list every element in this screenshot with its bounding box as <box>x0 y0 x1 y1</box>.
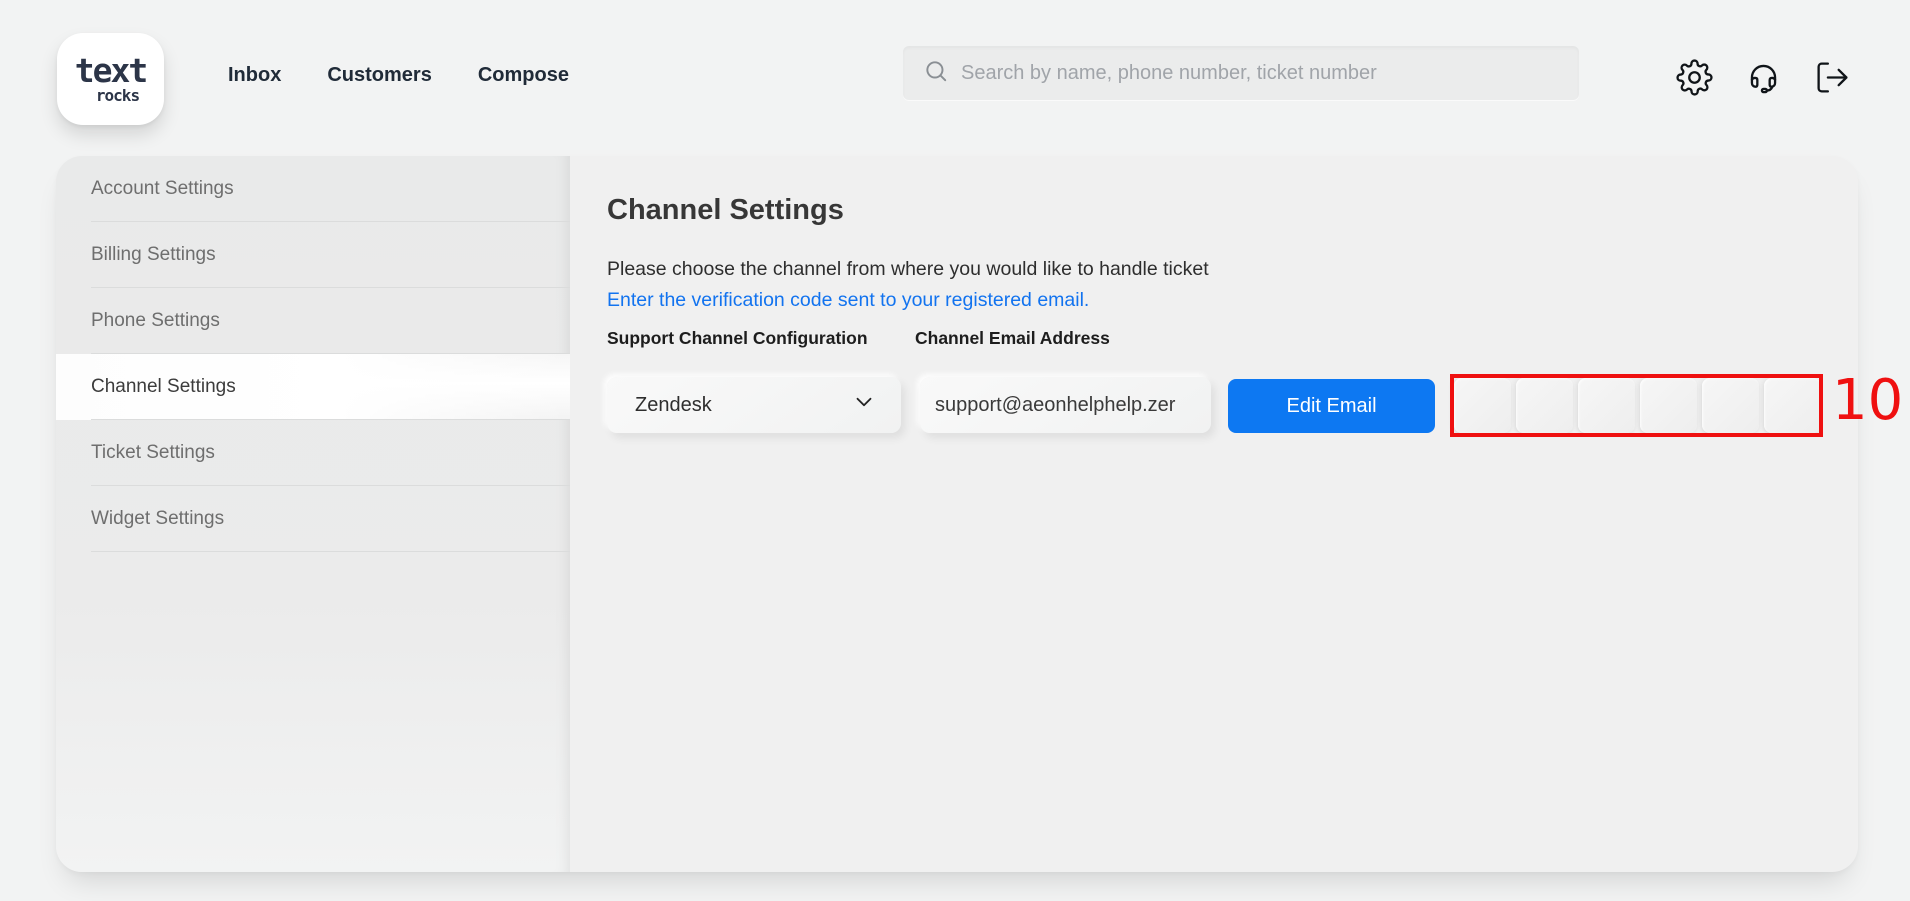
sidebar-item-label: Account Settings <box>91 178 234 200</box>
verification-code-inputs <box>1454 378 1821 433</box>
otp-digit-box[interactable] <box>1578 378 1635 433</box>
otp-digit-box[interactable] <box>1454 378 1511 433</box>
edit-email-button[interactable]: Edit Email <box>1228 379 1435 433</box>
nav-item-inbox[interactable]: Inbox <box>228 64 281 87</box>
sidebar-item-ticket-settings[interactable]: Ticket Settings <box>56 420 570 486</box>
sidebar-item-label: Phone Settings <box>91 310 220 332</box>
sidebar-item-channel-settings[interactable]: Channel Settings <box>56 354 570 420</box>
sidebar-item-label: Billing Settings <box>91 244 216 266</box>
page-title: Channel Settings <box>607 194 844 227</box>
page-description: Please choose the channel from where you… <box>607 258 1209 281</box>
global-search[interactable] <box>903 46 1579 100</box>
sidebar-item-label: Channel Settings <box>91 376 236 398</box>
brand-logo-subtext: rocks <box>82 87 139 104</box>
otp-digit-box[interactable] <box>1764 378 1821 433</box>
channel-email-label: Channel Email Address <box>915 328 1110 349</box>
otp-digit-box[interactable] <box>1516 378 1573 433</box>
header-actions <box>1676 59 1851 96</box>
channel-config-label: Support Channel Configuration <box>607 328 868 349</box>
nav-item-compose[interactable]: Compose <box>478 64 569 87</box>
channel-email-input[interactable] <box>920 377 1211 433</box>
settings-card: Account Settings Billing Settings Phone … <box>56 156 1858 872</box>
sidebar-item-phone-settings[interactable]: Phone Settings <box>56 288 570 354</box>
headset-support-icon[interactable] <box>1745 59 1782 96</box>
channel-select-value: Zendesk <box>635 394 851 417</box>
otp-digit-box[interactable] <box>1702 378 1759 433</box>
brand-logo-text: text <box>75 55 146 87</box>
sidebar-item-label: Widget Settings <box>91 508 224 530</box>
channel-settings-panel: Channel Settings Please choose the chann… <box>570 156 1858 872</box>
search-input[interactable] <box>961 46 1579 100</box>
settings-gear-icon[interactable] <box>1676 59 1713 96</box>
otp-digit-box[interactable] <box>1640 378 1697 433</box>
channel-select[interactable]: Zendesk <box>607 377 901 433</box>
verification-code-link[interactable]: Enter the verification code sent to your… <box>607 289 1089 312</box>
sidebar-item-widget-settings[interactable]: Widget Settings <box>56 486 570 552</box>
brand-logo[interactable]: text rocks <box>57 33 164 125</box>
search-icon <box>923 58 961 89</box>
logout-icon[interactable] <box>1814 59 1851 96</box>
top-nav: Inbox Customers Compose <box>228 64 569 87</box>
sidebar-item-account-settings[interactable]: Account Settings <box>56 156 570 222</box>
sidebar-item-billing-settings[interactable]: Billing Settings <box>56 222 570 288</box>
sidebar-item-label: Ticket Settings <box>91 442 215 464</box>
settings-sidebar: Account Settings Billing Settings Phone … <box>56 156 570 872</box>
nav-item-customers[interactable]: Customers <box>327 64 431 87</box>
chevron-down-icon <box>851 389 877 421</box>
